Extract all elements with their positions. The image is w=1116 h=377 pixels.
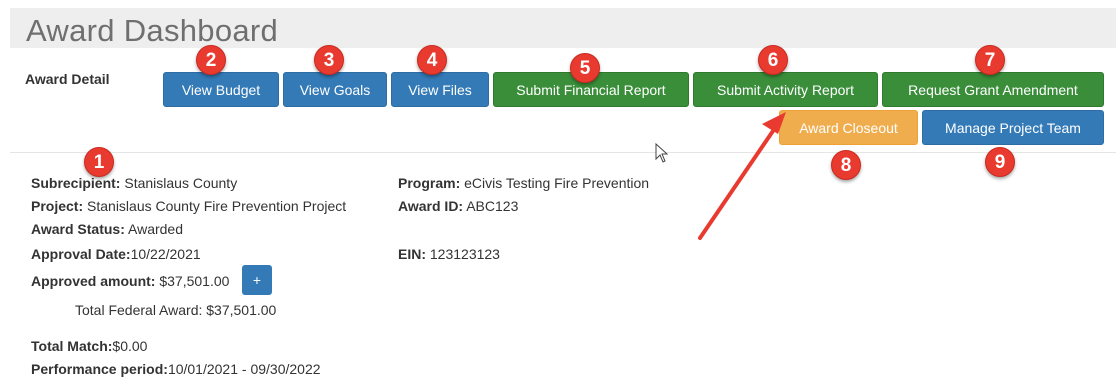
callout-badge-5: 5	[570, 53, 600, 83]
approved-amount-value: $37,501.00	[155, 273, 230, 289]
award-id-value: ABC123	[463, 198, 519, 214]
award-detail-label: Award Detail	[25, 71, 110, 87]
award-closeout-button[interactable]: Award Closeout	[779, 110, 918, 145]
divider	[10, 152, 1116, 153]
approval-date-label: Approval Date:	[31, 246, 131, 262]
program-label: Program:	[398, 175, 461, 191]
project-label: Project:	[31, 198, 84, 214]
callout-badge-1: 1	[84, 147, 114, 177]
title-bar: Award Dashboard	[10, 8, 1116, 48]
callout-badge-3: 3	[314, 45, 344, 75]
ein-value: 123123123	[426, 246, 500, 262]
callout-badge-2: 2	[196, 45, 226, 75]
award-status-label: Award Status:	[31, 221, 125, 237]
page-title: Award Dashboard	[26, 13, 279, 48]
callout-badge-7: 7	[975, 45, 1005, 75]
callout-badge-4: 4	[417, 45, 447, 75]
approval-date-value: 10/22/2021	[130, 246, 201, 262]
program-row: Program: eCivis Testing Fire Prevention	[398, 175, 649, 191]
total-match-row: Total Match:$0.00	[31, 338, 147, 354]
performance-period-row: Performance period:10/01/2021 - 09/30/20…	[31, 361, 321, 377]
award-status-row: Award Status: Awarded	[31, 221, 183, 237]
project-row: Project: Stanislaus County Fire Preventi…	[31, 198, 346, 214]
request-grant-amendment-button[interactable]: Request Grant Amendment	[882, 72, 1104, 107]
ein-row: EIN: 123123123	[398, 246, 500, 262]
view-budget-button[interactable]: View Budget	[163, 72, 279, 107]
performance-period-value: 10/01/2021 - 09/30/2022	[167, 361, 321, 377]
total-match-label: Total Match:	[31, 338, 113, 354]
total-federal-award: Total Federal Award: $37,501.00	[75, 302, 277, 318]
subrecipient-row: Subrecipient: Stanislaus County	[31, 175, 237, 191]
project-value: Stanislaus County Fire Prevention Projec…	[83, 198, 347, 214]
expand-amount-button[interactable]: +	[242, 265, 272, 295]
approved-amount-label: Approved amount:	[31, 273, 156, 289]
ein-label: EIN:	[398, 246, 426, 262]
total-match-value: $0.00	[112, 338, 148, 354]
award-id-row: Award ID: ABC123	[398, 198, 518, 214]
view-goals-button[interactable]: View Goals	[283, 72, 387, 107]
view-files-button[interactable]: View Files	[391, 72, 489, 107]
callout-badge-9: 9	[985, 147, 1015, 177]
subrecipient-label: Subrecipient:	[31, 175, 121, 191]
award-status-value: Awarded	[124, 221, 183, 237]
callout-badge-6: 6	[758, 45, 788, 75]
submit-activity-report-button[interactable]: Submit Activity Report	[693, 72, 878, 107]
program-value: eCivis Testing Fire Prevention	[460, 175, 650, 191]
callout-badge-8: 8	[831, 150, 861, 180]
approved-amount-row: Approved amount: $37,501.00	[31, 273, 229, 289]
subrecipient-value: Stanislaus County	[120, 175, 238, 191]
approval-date-row: Approval Date:10/22/2021	[31, 246, 201, 262]
award-id-label: Award ID:	[398, 198, 464, 214]
manage-project-team-button[interactable]: Manage Project Team	[922, 110, 1104, 145]
mouse-cursor-icon	[655, 142, 669, 168]
performance-period-label: Performance period:	[31, 361, 168, 377]
